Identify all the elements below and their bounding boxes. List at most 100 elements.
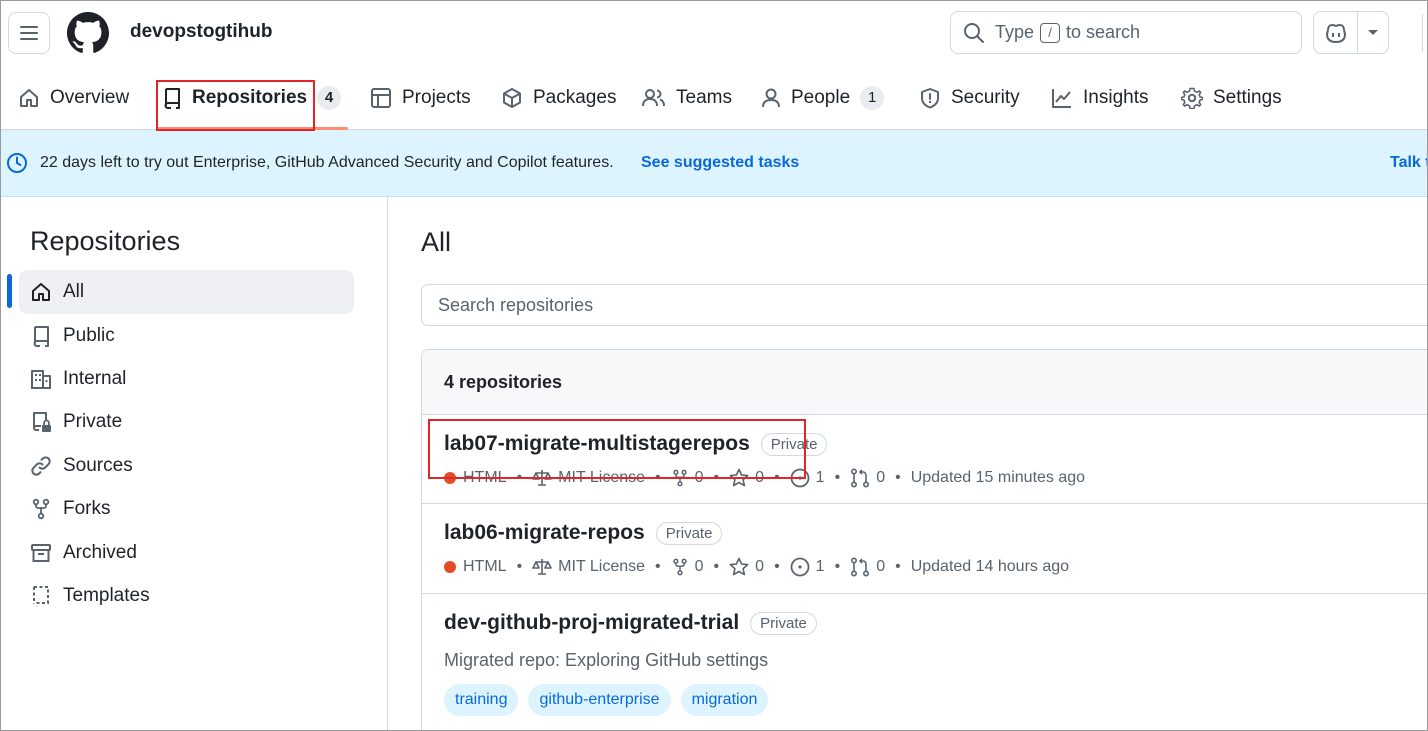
repo-search-input[interactable]: Search repositories	[421, 284, 1428, 326]
tab-settings[interactable]: Settings	[1181, 66, 1282, 129]
org-name[interactable]: devopstogtihub	[130, 21, 272, 43]
list-item: lab06-migrate-repos Private HTML • MIT L…	[422, 504, 1428, 594]
search-prefix: Type	[995, 22, 1035, 42]
topic-list: training github-enterprise migration	[444, 684, 769, 716]
organization-icon	[31, 370, 51, 389]
shield-icon	[921, 87, 939, 108]
tab-label: Repositories	[192, 86, 308, 108]
sidebar-item-internal[interactable]: Internal	[19, 357, 354, 401]
tab-projects[interactable]: Projects	[370, 66, 471, 129]
home-icon	[20, 88, 38, 107]
tab-repositories[interactable]: Repositories 4	[162, 66, 342, 129]
copilot-dropdown-button[interactable]	[1358, 12, 1388, 53]
home-icon	[32, 283, 50, 301]
language-color-dot	[444, 472, 456, 484]
page-title: All	[421, 227, 452, 257]
issue-count[interactable]: 1	[816, 558, 825, 576]
star-icon	[729, 468, 749, 487]
search-icon	[964, 22, 984, 43]
global-search-input[interactable]: Type / to search	[950, 11, 1302, 54]
fork-count[interactable]: 0	[695, 469, 704, 487]
chevron-down-icon	[1368, 29, 1378, 35]
repo-count-badge: 4	[317, 85, 342, 110]
updated-time: Updated 14 hours ago	[910, 558, 1070, 575]
fork-count[interactable]: 0	[695, 558, 704, 576]
star-count[interactable]: 0	[755, 558, 764, 576]
repo-filter-sidebar: Repositories All Public Internal Private…	[0, 197, 388, 731]
sidebar-item-archived[interactable]: Archived	[19, 531, 354, 575]
sidebar-item-label: Sources	[63, 455, 133, 476]
star-count[interactable]: 0	[755, 469, 764, 487]
menu-button[interactable]	[8, 12, 50, 54]
copilot-main-button[interactable]	[1314, 12, 1358, 53]
pull-request-icon	[851, 468, 870, 488]
tab-label: People	[791, 86, 851, 108]
law-icon	[532, 470, 552, 486]
tab-overview[interactable]: Overview	[18, 66, 129, 129]
sidebar-item-sources[interactable]: Sources	[19, 444, 354, 488]
search-suffix: to search	[1066, 22, 1141, 42]
active-item-indicator	[7, 274, 12, 308]
topic-tag[interactable]: training	[444, 684, 519, 716]
copilot-icon	[1325, 23, 1346, 43]
search-shortcut-key: /	[1040, 22, 1061, 43]
copilot-button[interactable]	[1313, 11, 1389, 54]
tab-insights[interactable]: Insights	[1051, 66, 1148, 129]
repo-list: 4 repositories lab07-migrate-multistager…	[421, 349, 1428, 731]
sidebar-title: Repositories	[30, 226, 181, 256]
sidebar-item-label: Forks	[63, 498, 111, 519]
search-placeholder: Search repositories	[438, 294, 594, 315]
pull-request-count[interactable]: 0	[876, 558, 885, 576]
tab-label: Insights	[1083, 86, 1149, 108]
repo-link[interactable]: dev-github-proj-migrated-trial	[444, 611, 739, 635]
person-icon	[762, 88, 780, 107]
repo-meta: HTML • MIT License • 0 • 0 • 1 • 0 • Upd…	[444, 468, 1085, 488]
tab-people[interactable]: People 1	[761, 66, 885, 129]
issue-icon	[790, 468, 810, 488]
tab-label: Projects	[402, 86, 471, 108]
package-icon	[503, 87, 521, 108]
sidebar-item-label: Public	[63, 325, 115, 346]
pull-request-count[interactable]: 0	[876, 469, 885, 487]
header-divider	[1422, 14, 1423, 52]
sidebar-item-forks[interactable]: Forks	[19, 487, 354, 531]
sidebar-item-public[interactable]: Public	[19, 314, 354, 358]
star-icon	[729, 557, 749, 576]
issue-count[interactable]: 1	[816, 469, 825, 487]
repo-link[interactable]: lab06-migrate-repos	[444, 521, 645, 545]
sidebar-item-templates[interactable]: Templates	[19, 574, 354, 618]
sidebar-item-private[interactable]: Private	[19, 400, 354, 444]
license-label[interactable]: MIT License	[558, 558, 645, 576]
link-icon	[31, 456, 51, 476]
table-icon	[371, 87, 391, 108]
graph-icon	[1052, 88, 1071, 108]
suggested-tasks-link[interactable]: See suggested tasks	[641, 154, 799, 172]
topic-tag[interactable]: github-enterprise	[528, 684, 671, 716]
clock-icon	[7, 153, 27, 173]
tab-security[interactable]: Security	[919, 66, 1020, 129]
list-item: dev-github-proj-migrated-trial Private M…	[422, 594, 1428, 731]
repo-description: Migrated repo: Exploring GitHub settings	[444, 650, 769, 670]
license-label[interactable]: MIT License	[558, 469, 645, 487]
tab-teams[interactable]: Teams	[642, 66, 732, 129]
tab-label: Security	[951, 86, 1020, 108]
sidebar-item-label: Private	[63, 411, 123, 432]
hamburger-icon	[20, 26, 38, 40]
updated-time: Updated 15 minutes ago	[910, 469, 1086, 486]
tab-label: Settings	[1213, 86, 1282, 108]
repo-link[interactable]: lab07-migrate-multistagerepos	[444, 432, 750, 456]
repo-icon	[33, 326, 49, 347]
banner-message: 22 days left to try out Enterprise, GitH…	[40, 154, 614, 171]
talk-to-sales-link[interactable]: Talk t	[1390, 154, 1428, 172]
people-icon	[642, 88, 665, 106]
repo-count-label: 4 repositories	[444, 371, 563, 392]
sidebar-item-label: All	[63, 281, 85, 302]
github-logo-icon[interactable]	[67, 12, 109, 54]
language-label: HTML	[463, 469, 507, 486]
topic-tag[interactable]: migration	[680, 684, 769, 716]
issue-icon	[790, 557, 810, 577]
tab-packages[interactable]: Packages	[501, 66, 616, 129]
tab-label: Packages	[533, 86, 617, 108]
sidebar-item-all[interactable]: All	[19, 270, 354, 314]
repo-locked-icon	[33, 412, 51, 432]
